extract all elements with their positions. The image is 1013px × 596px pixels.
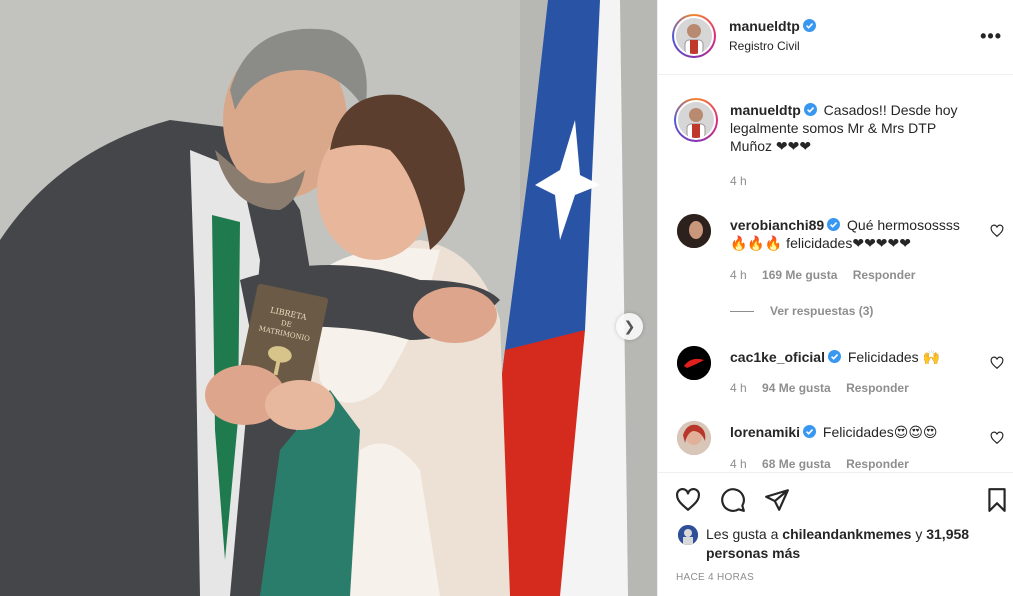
verified-icon [803, 103, 817, 116]
verified-icon [802, 19, 816, 32]
verified-icon [827, 350, 841, 363]
caption-username[interactable]: manueldtp [730, 102, 801, 118]
comment-text-block: lorenamiki Felicidades😍😍😍 [730, 423, 980, 441]
liker-username[interactable]: chileandankmemes [782, 526, 911, 542]
post-actions: Les gusta a chileandankmemes y 31,958 pe… [658, 472, 1013, 596]
reply-button[interactable]: Responder [846, 457, 909, 471]
comment-text: Felicidades 🙌 [847, 349, 940, 365]
wedding-photo: LIBRETA DE MATRIMONIO [0, 0, 657, 596]
comment-meta: 4 h 169 Me gusta Responder [730, 268, 927, 282]
more-icon: ••• [980, 26, 1002, 46]
verified-icon [827, 218, 841, 231]
reply-button[interactable]: Responder [846, 381, 909, 395]
comments-section: manueldtp Casados!! Desde hoy legalmente… [658, 76, 1013, 472]
comment-meta: 4 h 68 Me gusta Responder [730, 457, 921, 471]
comment-likes[interactable]: 68 Me gusta [762, 457, 831, 471]
commenter-avatar[interactable] [677, 421, 711, 455]
comment-likes[interactable]: 94 Me gusta [762, 381, 831, 395]
chevron-right-icon: ❯ [623, 318, 636, 334]
comment-text-block: cac1ke_oficial Felicidades 🙌 [730, 348, 980, 366]
comment-username[interactable]: lorenamiki [730, 424, 800, 440]
post-caption: manueldtp Casados!! Desde hoy legalmente… [674, 96, 1004, 196]
comment-item: cac1ke_oficial Felicidades 🙌 4 h 94 Me g… [674, 344, 1004, 400]
comment-time[interactable]: 4 h [730, 381, 747, 395]
commenter-avatar[interactable] [677, 346, 711, 380]
like-comment-heart-icon[interactable] [990, 431, 1004, 445]
next-photo-button[interactable]: ❯ [616, 313, 643, 340]
like-comment-heart-icon[interactable] [990, 224, 1004, 238]
share-icon[interactable] [764, 487, 790, 513]
post-photo[interactable]: LIBRETA DE MATRIMONIO ❯ [0, 0, 657, 596]
verified-icon [803, 425, 817, 438]
post-location[interactable]: Registro Civil [729, 39, 800, 53]
comment-username[interactable]: cac1ke_oficial [730, 349, 825, 365]
post-header: manueldtp Registro Civil ••• [658, 0, 1013, 75]
caption-avatar[interactable] [674, 98, 718, 142]
comment-text: Felicidades😍😍😍 [822, 424, 938, 440]
caption-time[interactable]: 4 h [730, 174, 747, 188]
post-timestamp[interactable]: HACE 4 HORAS [676, 572, 754, 583]
caption-text-block: manueldtp Casados!! Desde hoy legalmente… [730, 101, 980, 155]
likes-connector: y [915, 526, 923, 542]
like-comment-heart-icon[interactable] [990, 356, 1004, 370]
commenter-avatar[interactable] [677, 214, 711, 248]
author-name-row: manueldtp [729, 18, 816, 34]
reply-button[interactable]: Responder [853, 268, 916, 282]
comment-likes[interactable]: 169 Me gusta [762, 268, 837, 282]
more-options-button[interactable]: ••• [980, 26, 1002, 47]
heart-icon[interactable] [675, 487, 701, 513]
comment-time[interactable]: 4 h [730, 268, 747, 282]
comment-time[interactable]: 4 h [730, 457, 747, 471]
comment-icon[interactable] [720, 487, 746, 513]
comment-username[interactable]: verobianchi89 [730, 217, 824, 233]
comment-text-block: verobianchi89 Qué hermosossss 🔥🔥🔥 felici… [730, 216, 970, 252]
bookmark-icon[interactable] [984, 487, 1010, 513]
likes-summary: Les gusta a chileandankmemes y 31,958 pe… [706, 525, 996, 563]
view-replies-button[interactable]: Ver respuestas (3) [730, 304, 873, 318]
comment-item: lorenamiki Felicidades😍😍😍 4 h 68 Me gust… [674, 419, 1004, 472]
author-avatar[interactable] [672, 14, 716, 58]
author-username[interactable]: manueldtp [729, 18, 800, 34]
comment-item: verobianchi89 Qué hermosossss 🔥🔥🔥 felici… [674, 212, 1004, 292]
likes-prefix: Les gusta a [706, 526, 779, 542]
comment-meta: 4 h 94 Me gusta Responder [730, 381, 921, 395]
liker-avatar[interactable] [678, 525, 698, 545]
post-side-panel: manueldtp Registro Civil ••• manueldtp C… [657, 0, 1013, 596]
